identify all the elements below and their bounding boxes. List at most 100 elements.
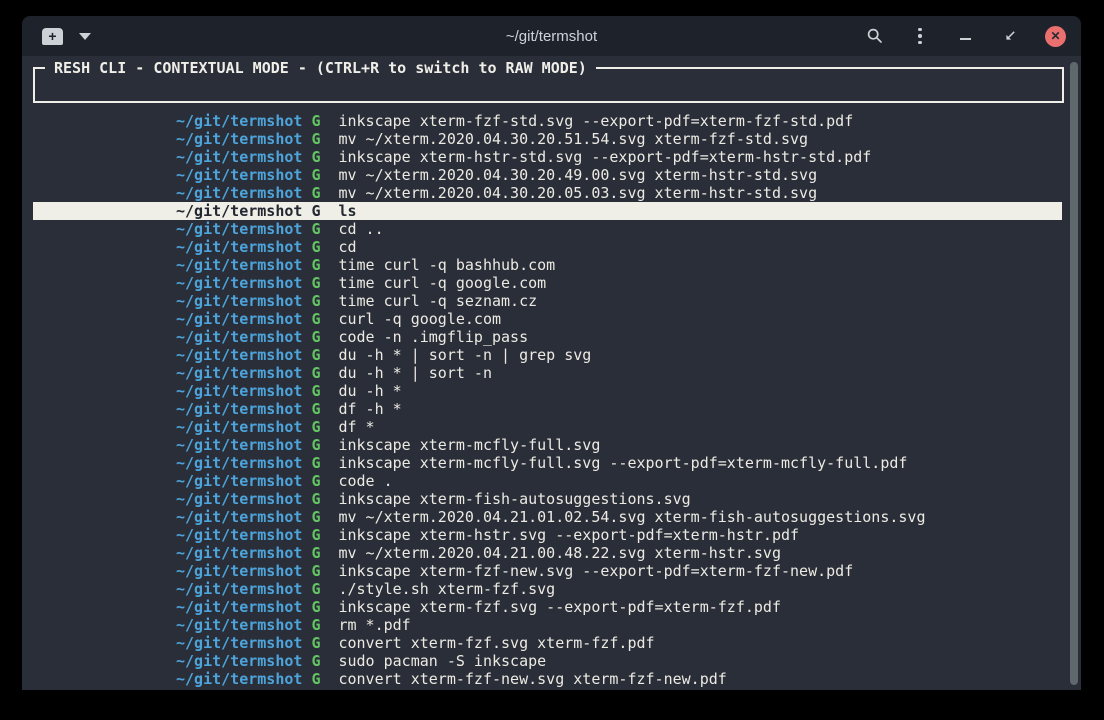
row-command: rm *.pdf xyxy=(338,616,410,634)
row-path: ~/git/termshot xyxy=(176,634,302,652)
search-query-box[interactable]: RESH CLI - CONTEXTUAL MODE - (CTRL+R to … xyxy=(33,67,1064,103)
minimize-button[interactable] xyxy=(955,26,975,46)
row-git-indicator: G xyxy=(302,454,338,472)
row-path: ~/git/termshot xyxy=(176,220,302,238)
row-git-indicator: G xyxy=(302,112,338,130)
row-git-indicator: G xyxy=(302,202,338,220)
row-path: ~/git/termshot xyxy=(176,202,302,220)
history-row[interactable]: ~/git/termshotGconvert xterm-fzf.svg xte… xyxy=(33,634,1062,652)
row-git-indicator: G xyxy=(302,616,338,634)
new-tab-button[interactable]: + xyxy=(42,28,63,45)
history-row[interactable]: ~/git/termshotG./style.sh xterm-fzf.svg xyxy=(33,580,1062,598)
row-path: ~/git/termshot xyxy=(176,454,302,472)
history-row[interactable]: ~/git/termshotGtime curl -q google.com xyxy=(33,274,1062,292)
close-button[interactable]: ✕ xyxy=(1045,26,1066,47)
row-git-indicator: G xyxy=(302,562,338,580)
history-row[interactable]: ~/git/termshotGinkscape xterm-hstr-std.s… xyxy=(33,148,1062,166)
row-git-indicator: G xyxy=(302,418,338,436)
kebab-menu-icon xyxy=(918,28,922,45)
search-button[interactable] xyxy=(865,26,885,46)
history-row[interactable]: ~/git/termshotGinkscape xterm-fzf-std.sv… xyxy=(33,112,1062,130)
history-row[interactable]: ~/git/termshotGdu -h * | sort -n | grep … xyxy=(33,346,1062,364)
history-row[interactable]: ~/git/termshotGinkscape xterm-hstr.svg -… xyxy=(33,526,1062,544)
row-git-indicator: G xyxy=(302,436,338,454)
history-row[interactable]: ~/git/termshotGtime curl -q seznam.cz xyxy=(33,292,1062,310)
row-command: mv ~/xterm.2020.04.30.20.05.03.svg xterm… xyxy=(338,184,817,202)
history-row[interactable]: ~/git/termshotGcd .. xyxy=(33,220,1062,238)
row-command: inkscape xterm-mcfly-full.svg xyxy=(338,436,600,454)
history-row[interactable]: ~/git/termshotGcode . xyxy=(33,472,1062,490)
history-row[interactable]: ~/git/termshotGmv ~/xterm.2020.04.30.20.… xyxy=(33,166,1062,184)
row-path: ~/git/termshot xyxy=(176,292,302,310)
menu-button[interactable] xyxy=(910,26,930,46)
row-path: ~/git/termshot xyxy=(176,112,302,130)
row-command: ./style.sh xterm-fzf.svg xyxy=(338,580,555,598)
history-row[interactable]: ~/git/termshotGinkscape xterm-fish-autos… xyxy=(33,490,1062,508)
history-row[interactable]: ~/git/termshotGinkscape xterm-fzf.svg --… xyxy=(33,598,1062,616)
row-path: ~/git/termshot xyxy=(176,346,302,364)
row-path: ~/git/termshot xyxy=(176,580,302,598)
row-path: ~/git/termshot xyxy=(176,508,302,526)
terminal-window: + ~/git/termshot xyxy=(22,16,1081,690)
restore-button[interactable] xyxy=(1000,26,1020,46)
history-row[interactable]: ~/git/termshotGmv ~/xterm.2020.04.30.20.… xyxy=(33,130,1062,148)
scrollbar[interactable] xyxy=(1070,62,1078,685)
row-git-indicator: G xyxy=(302,328,338,346)
tab-chooser-caret-icon[interactable] xyxy=(79,33,91,40)
history-row[interactable]: ~/git/termshotGsudo pacman -S inkscape xyxy=(33,652,1062,670)
row-git-indicator: G xyxy=(302,274,338,292)
row-path: ~/git/termshot xyxy=(176,274,302,292)
history-row[interactable]: ~/git/termshotGmv ~/xterm.2020.04.30.20.… xyxy=(33,184,1062,202)
row-git-indicator: G xyxy=(302,184,338,202)
row-git-indicator: G xyxy=(302,670,338,688)
row-git-indicator: G xyxy=(302,580,338,598)
row-path: ~/git/termshot xyxy=(176,256,302,274)
row-command: time curl -q bashhub.com xyxy=(338,256,555,274)
history-row[interactable]: ~/git/termshotGinkscape xterm-mcfly-full… xyxy=(33,454,1062,472)
history-row[interactable]: ~/git/termshotGdu -h * | sort -n xyxy=(33,364,1062,382)
row-command: inkscape xterm-fish-autosuggestions.svg xyxy=(338,490,690,508)
history-row[interactable]: ~/git/termshotGrm *.pdf xyxy=(33,616,1062,634)
row-path: ~/git/termshot xyxy=(176,238,302,256)
row-git-indicator: G xyxy=(302,310,338,328)
titlebar-right-group: ✕ xyxy=(865,26,1081,47)
row-command: time curl -q seznam.cz xyxy=(338,292,537,310)
row-path: ~/git/termshot xyxy=(176,364,302,382)
history-row[interactable]: ~/git/termshotGdu -h * xyxy=(33,382,1062,400)
row-path: ~/git/termshot xyxy=(176,400,302,418)
row-path: ~/git/termshot xyxy=(176,166,302,184)
history-row[interactable]: ~/git/termshotGls xyxy=(33,202,1062,220)
row-git-indicator: G xyxy=(302,382,338,400)
history-row[interactable]: ~/git/termshotGmv ~/xterm.2020.04.21.01.… xyxy=(33,508,1062,526)
row-git-indicator: G xyxy=(302,292,338,310)
row-path: ~/git/termshot xyxy=(176,526,302,544)
history-row[interactable]: ~/git/termshotGconvert xterm-fzf-new.svg… xyxy=(33,670,1062,688)
history-row[interactable]: ~/git/termshotGtime curl -q bashhub.com xyxy=(33,256,1062,274)
row-git-indicator: G xyxy=(302,130,338,148)
history-row[interactable]: ~/git/termshotGdf * xyxy=(33,418,1062,436)
row-git-indicator: G xyxy=(302,490,338,508)
history-row[interactable]: ~/git/termshotGinkscape xterm-mcfly-full… xyxy=(33,436,1062,454)
row-path: ~/git/termshot xyxy=(176,130,302,148)
history-row[interactable]: ~/git/termshotGmv ~/xterm.2020.04.21.00.… xyxy=(33,544,1062,562)
row-git-indicator: G xyxy=(302,634,338,652)
terminal-screen[interactable]: RESH CLI - CONTEXTUAL MODE - (CTRL+R to … xyxy=(22,56,1081,690)
titlebar: + ~/git/termshot xyxy=(22,16,1081,56)
row-git-indicator: G xyxy=(302,256,338,274)
history-row[interactable]: ~/git/termshotGdf -h * xyxy=(33,400,1062,418)
row-path: ~/git/termshot xyxy=(176,670,302,688)
history-row[interactable]: ~/git/termshotGinkscape xterm-fzf-new.sv… xyxy=(33,562,1062,580)
history-row[interactable]: ~/git/termshotGcd xyxy=(33,238,1062,256)
row-command: ls xyxy=(338,202,356,220)
row-command: du -h * | sort -n | grep svg xyxy=(338,346,591,364)
history-row[interactable]: ~/git/termshotGcode -n .imgflip_pass xyxy=(33,328,1062,346)
restore-icon xyxy=(1004,30,1016,42)
row-command: cd .. xyxy=(338,220,383,238)
row-path: ~/git/termshot xyxy=(176,652,302,670)
search-icon xyxy=(866,27,884,45)
row-git-indicator: G xyxy=(302,166,338,184)
row-path: ~/git/termshot xyxy=(176,616,302,634)
history-row[interactable]: ~/git/termshotGcurl -q google.com xyxy=(33,310,1062,328)
row-git-indicator: G xyxy=(302,238,338,256)
row-command: sudo pacman -S inkscape xyxy=(338,652,546,670)
